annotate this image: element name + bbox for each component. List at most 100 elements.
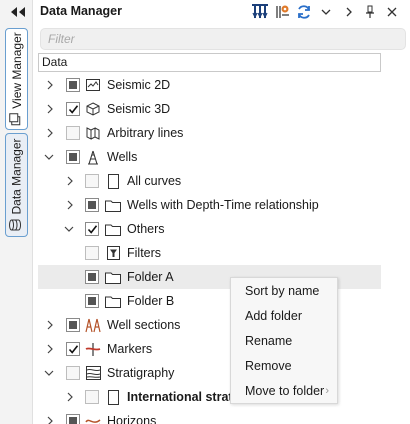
tree-checkbox[interactable] (85, 294, 99, 308)
tree-checkbox[interactable] (66, 342, 80, 356)
chevron-right-icon[interactable] (65, 175, 75, 187)
chevron-right-icon[interactable] (65, 391, 75, 403)
menu-item-label: Sort by name (245, 284, 320, 298)
tree-checkbox[interactable] (66, 366, 80, 380)
chevron-right-icon[interactable] (45, 415, 55, 424)
chevron-down-icon[interactable] (44, 367, 54, 379)
tree-row-label: All curves (127, 174, 182, 188)
tree-row-arbitrary-lines[interactable]: Arbitrary lines (38, 121, 381, 145)
close-icon[interactable] (383, 3, 401, 21)
tree-row-horizons[interactable]: Horizons (38, 409, 381, 424)
folder-icon (105, 269, 121, 285)
filter-icon (105, 245, 121, 261)
menu-item-rename[interactable]: Rename (231, 329, 337, 354)
chevron-down-icon[interactable] (64, 223, 74, 235)
menu-item-label: Rename (245, 334, 293, 348)
seismic-2d-icon (85, 77, 101, 93)
scrollbar-track[interactable] (382, 53, 408, 424)
seismic-3d-icon (85, 101, 101, 117)
tree-row-seismic-3d[interactable]: Seismic 3D (38, 97, 381, 121)
well-sections-icon (85, 317, 101, 333)
chevron-right-icon[interactable] (45, 79, 55, 91)
pin-icon[interactable] (361, 3, 379, 21)
page-icon (105, 389, 121, 405)
chevron-right-icon[interactable] (45, 103, 55, 115)
menu-item-label: Remove (245, 359, 292, 373)
horizons-icon (85, 413, 101, 424)
tree-checkbox[interactable] (85, 174, 99, 188)
folder-icon (105, 293, 121, 309)
chevron-down-icon[interactable] (44, 151, 54, 163)
tree-row-seismic-2d[interactable]: Seismic 2D (38, 73, 381, 97)
database-icon (9, 219, 25, 232)
window-stack-icon (9, 113, 25, 126)
menu-item-label: Move to folder (245, 384, 325, 398)
refresh-icon[interactable] (295, 3, 313, 21)
tab-view-manager-label: View Manager (9, 32, 24, 109)
chevron-right-icon[interactable] (45, 343, 55, 355)
context-menu: Sort by name Add folder Rename Remove Mo… (230, 277, 338, 404)
filter-box (40, 28, 406, 50)
tree-checkbox[interactable] (85, 198, 99, 212)
well-derrick-icon (85, 149, 101, 165)
tree-row-label: Markers (107, 342, 153, 356)
tree-checkbox[interactable] (85, 222, 99, 236)
markers-icon (85, 341, 101, 357)
tree-row-label: Others (127, 222, 165, 236)
tree-checkbox[interactable] (66, 102, 80, 116)
tab-data-manager[interactable]: Data Manager (5, 133, 28, 237)
panel-title: Data Manager (40, 4, 122, 18)
tree-checkbox[interactable] (66, 126, 80, 140)
menu-item-remove[interactable]: Remove (231, 354, 337, 379)
menu-item-move-to-folder[interactable]: Move to folder › (231, 379, 337, 404)
tree-checkbox[interactable] (66, 78, 80, 92)
tree-row-filters[interactable]: Filters (38, 241, 381, 265)
tree-row-label: Arbitrary lines (107, 126, 184, 140)
folder-icon (105, 197, 121, 213)
tree-row-label: Wells with Depth-Time relationship (127, 198, 319, 212)
menu-item-sort-by-name[interactable]: Sort by name (231, 279, 337, 304)
folder-icon (105, 221, 121, 237)
double-left-arrow-icon[interactable] (8, 5, 28, 19)
chevron-right-icon[interactable] (45, 127, 55, 139)
tree-row-label: Folder A (127, 270, 174, 284)
tree-row-label: Seismic 2D (107, 78, 171, 92)
page-icon (105, 173, 121, 189)
stratigraphy-icon (85, 365, 101, 381)
submenu-arrow-icon: › (325, 385, 329, 397)
tree-row-wells[interactable]: Wells (38, 145, 381, 169)
tree-row-label: Well sections (107, 318, 181, 332)
tree-row-label: International strati (127, 390, 237, 404)
tree-row-others[interactable]: Others (38, 217, 381, 241)
settings-badge-icon[interactable] (273, 3, 291, 21)
tree-row-all-curves[interactable]: All curves (38, 169, 381, 193)
well-filter-icon[interactable] (251, 3, 269, 21)
tree-row-label: Stratigraphy (107, 366, 175, 380)
tree-row-label: Horizons (107, 414, 157, 424)
tab-data-manager-label: Data Manager (9, 138, 24, 215)
tree-row-label: Seismic 3D (107, 102, 171, 116)
side-strip: View Manager Data Manager (0, 0, 33, 424)
chevron-right-icon[interactable] (45, 319, 55, 331)
tree-checkbox[interactable] (85, 390, 99, 404)
chevron-down-icon[interactable] (317, 3, 335, 21)
tree-row-label: Wells (107, 150, 138, 164)
chevron-right-icon[interactable] (65, 199, 75, 211)
tree-row-label: Folder B (127, 294, 175, 308)
data-manager-window: View Manager Data Manager Data Manager F… (0, 0, 410, 424)
tree-checkbox[interactable] (85, 270, 99, 284)
menu-item-add-folder[interactable]: Add folder (231, 304, 337, 329)
tree-row-label: Filters (127, 246, 162, 260)
arbitrary-lines-icon (85, 125, 101, 141)
tree-checkbox[interactable] (66, 318, 80, 332)
tree-row-wells-depth-time[interactable]: Wells with Depth-Time relationship (38, 193, 381, 217)
filter-input[interactable] (41, 29, 405, 49)
tab-view-manager[interactable]: View Manager (5, 28, 28, 130)
column-header-data[interactable]: Data (38, 53, 381, 72)
chevron-right-icon[interactable] (340, 3, 358, 21)
tree-checkbox[interactable] (66, 414, 80, 424)
tree-checkbox[interactable] (85, 246, 99, 260)
tree-checkbox[interactable] (66, 150, 80, 164)
panel-header: Data Manager (33, 0, 410, 24)
menu-item-label: Add folder (245, 309, 302, 323)
